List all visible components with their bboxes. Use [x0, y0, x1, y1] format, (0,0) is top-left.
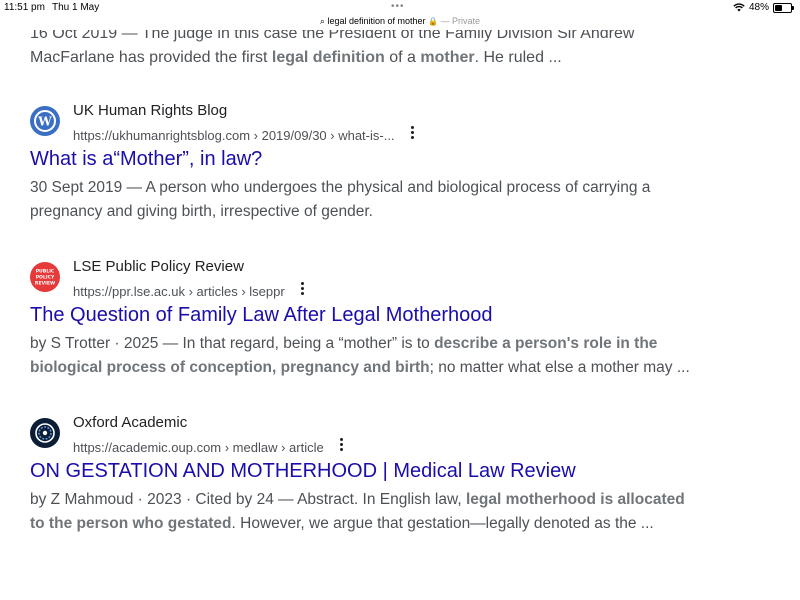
search-result: W UK Human Rights Blog https://ukhumanri…	[30, 102, 770, 224]
result-source[interactable]: PUBLIC POLICY REVIEW LSE Public Policy R…	[30, 258, 770, 299]
status-time: 11:51 pm	[4, 2, 45, 13]
battery-percent: 48%	[748, 2, 769, 13]
oxford-academic-icon	[30, 418, 60, 448]
search-result: PUBLIC POLICY REVIEW LSE Public Policy R…	[30, 258, 770, 380]
result-snippet: by Z Mahmoud · 2023 · Cited by 24 — Abst…	[30, 491, 685, 532]
result-title-link[interactable]: What is a“Mother”, in law?	[30, 146, 770, 172]
result-source-name: UK Human Rights Blog	[73, 102, 228, 119]
svg-text:REVIEW: REVIEW	[35, 281, 55, 287]
search-result: Oxford Academic https://academic.oup.com…	[30, 414, 770, 536]
status-bar: 11:51 pm Thu 1 May ••• ⌕ legal definitio…	[0, 0, 800, 30]
more-options-icon[interactable]	[410, 124, 414, 141]
search-icon: ⌕	[319, 16, 325, 26]
result-url: https://academic.oup.com › medlaw › arti…	[73, 436, 343, 455]
result-source[interactable]: W UK Human Rights Blog https://ukhumanri…	[30, 102, 770, 143]
more-options-icon[interactable]	[339, 436, 343, 453]
result-title-link[interactable]: ON GESTATION AND MOTHERHOOD | Medical La…	[30, 458, 770, 484]
result-source[interactable]: Oxford Academic https://academic.oup.com…	[30, 414, 770, 455]
status-right: 48%	[733, 2, 794, 13]
private-label: — Private	[440, 16, 481, 26]
result-title-link[interactable]: The Question of Family Law After Legal M…	[30, 302, 770, 328]
result-snippet: 30 Sept 2019 — A person who undergoes th…	[30, 179, 651, 220]
result-source-name: Oxford Academic	[73, 414, 188, 431]
multitask-dots-icon[interactable]: •••	[391, 1, 405, 12]
address-bar[interactable]: ⌕ legal definition of mother 🔒 — Private	[0, 16, 800, 27]
result-url: https://ukhumanrightsblog.com › 2019/09/…	[73, 124, 414, 143]
lock-icon: 🔒	[428, 17, 439, 26]
svg-text:PUBLIC: PUBLIC	[36, 269, 55, 275]
status-date: Thu 1 May	[52, 2, 100, 13]
wordpress-icon: W	[30, 106, 60, 136]
svg-text:POLICY: POLICY	[36, 275, 55, 281]
svg-text:W: W	[37, 115, 52, 129]
more-options-icon[interactable]	[300, 280, 304, 297]
partial-snippet-line2: MacFarlane has provided the first legal …	[30, 49, 562, 66]
address-text: legal definition of mother	[327, 16, 426, 26]
wifi-icon	[733, 3, 745, 12]
battery-icon	[773, 2, 794, 13]
result-snippet: by S Trotter · 2025 — In that regard, be…	[30, 335, 690, 376]
result-source-name: LSE Public Policy Review	[73, 258, 244, 275]
result-url: https://ppr.lse.ac.uk › articles › lsepp…	[73, 280, 304, 299]
lse-ppr-icon: PUBLIC POLICY REVIEW	[30, 262, 60, 292]
